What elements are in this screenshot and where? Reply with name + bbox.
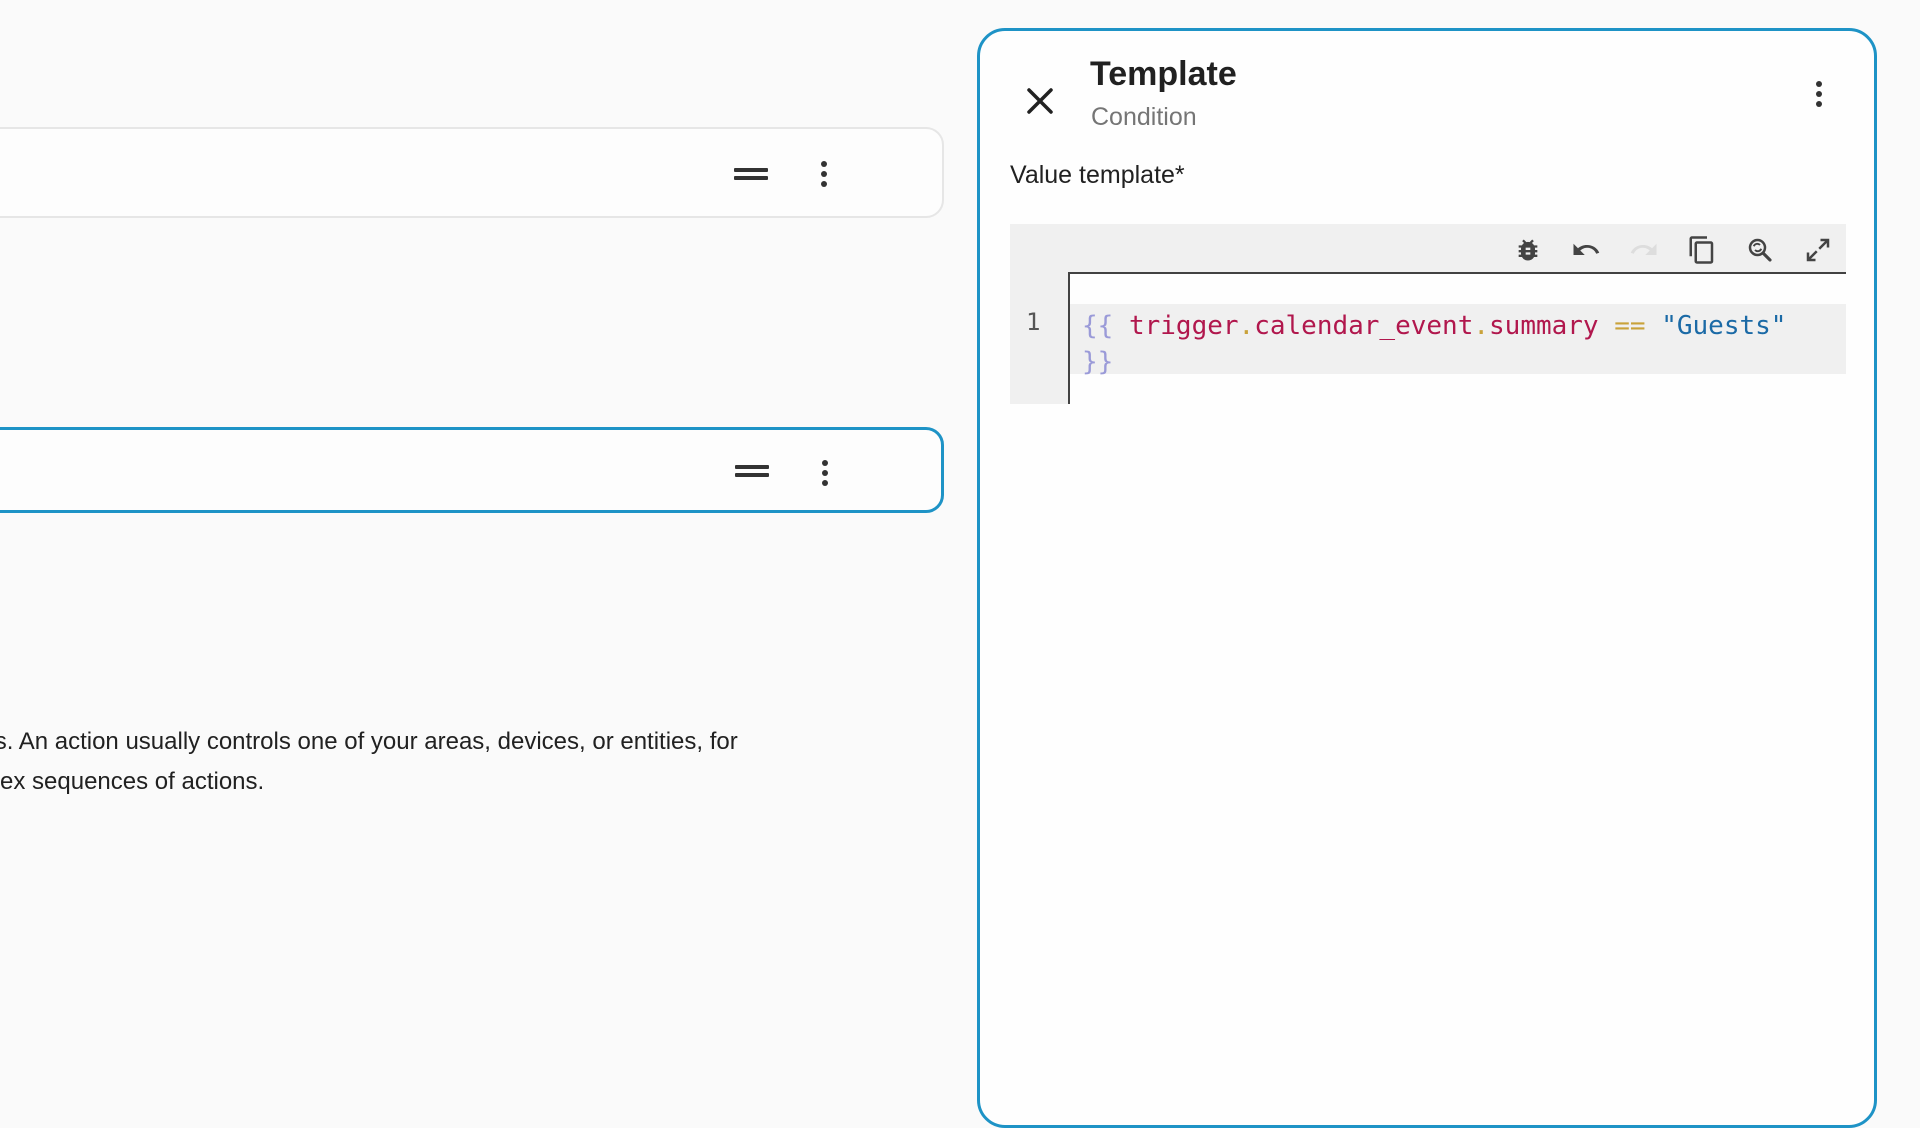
- code-token-summary: summary: [1489, 311, 1599, 341]
- editor-toolbar: [1510, 232, 1836, 268]
- code-open-brace: {{: [1082, 311, 1114, 341]
- close-icon[interactable]: [1020, 81, 1060, 121]
- more-options-icon[interactable]: [821, 456, 829, 490]
- drag-handle-icon[interactable]: [735, 465, 769, 477]
- code-dot: .: [1238, 311, 1255, 341]
- panel-title: Template: [1090, 55, 1237, 93]
- line-number: 1: [1026, 308, 1041, 336]
- drag-handle-icon[interactable]: [734, 168, 768, 180]
- code-operator: ==: [1614, 311, 1646, 341]
- redo-icon[interactable]: [1626, 232, 1662, 268]
- fullscreen-icon[interactable]: [1800, 232, 1836, 268]
- actions-description: uns. An action usually controls one of y…: [0, 722, 868, 802]
- code-token-calendar-event: calendar_event: [1254, 311, 1474, 341]
- search-replace-icon[interactable]: [1742, 232, 1778, 268]
- copy-icon[interactable]: [1684, 232, 1720, 268]
- description-line-2: nplex sequences of actions.: [0, 768, 265, 795]
- bug-icon[interactable]: [1510, 232, 1546, 268]
- template-code[interactable]: {{ trigger.calendar_event.summary == "Gu…: [1082, 308, 1842, 380]
- panel-more-options-icon[interactable]: [1815, 77, 1823, 111]
- description-line-1: uns. An action usually controls one of y…: [0, 728, 738, 755]
- code-close-brace: }}: [1082, 347, 1114, 377]
- panel-subtitle: Condition: [1091, 103, 1197, 131]
- code-editor[interactable]: 1 {{ trigger.calendar_event.summary == "…: [1010, 224, 1846, 404]
- selected-condition-card[interactable]: [0, 427, 944, 513]
- code-token-trigger: trigger: [1128, 311, 1239, 341]
- more-options-icon[interactable]: [820, 157, 828, 191]
- undo-icon[interactable]: [1568, 232, 1604, 268]
- code-string: "Guests": [1661, 311, 1787, 341]
- value-template-label: Value template*: [1010, 161, 1185, 189]
- template-condition-panel: Template Condition Value template* 1 {{…: [977, 28, 1877, 1128]
- code-dot: .: [1473, 311, 1490, 341]
- condition-card[interactable]: [0, 127, 944, 218]
